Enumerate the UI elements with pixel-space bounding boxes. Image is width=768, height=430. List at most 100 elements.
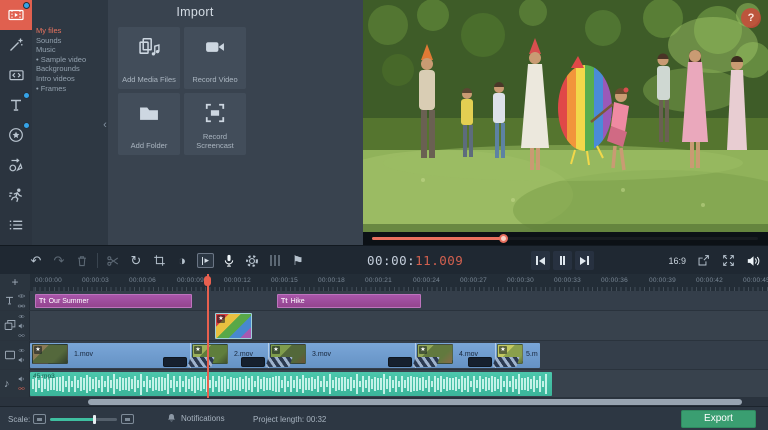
video-track-clips[interactable]: ★ 1.mov ★ 2.mov ★ 3.mov ★ 4.mov ★ 5.mov xyxy=(30,343,540,368)
volume-button[interactable] xyxy=(745,253,761,269)
video-clip-label: 3.mov xyxy=(312,351,332,358)
sidebar-item-filters[interactable] xyxy=(0,30,32,60)
title-track-link-toggle[interactable] xyxy=(17,302,26,310)
record-voice-button[interactable] xyxy=(221,253,237,269)
zoom-fit-icon[interactable] xyxy=(33,414,46,424)
add-track-button[interactable]: + xyxy=(0,274,30,291)
track-height-button[interactable] xyxy=(267,253,283,269)
file-list-item-sample-video[interactable]: • Sample video xyxy=(32,55,108,65)
status-bar: Scale: Notifications Project length: 00:… xyxy=(0,406,768,430)
delete-button[interactable] xyxy=(74,253,90,269)
sidebar-item-stickers[interactable] xyxy=(0,120,32,150)
export-button[interactable]: Export xyxy=(681,410,756,428)
transition-icon[interactable] xyxy=(187,357,215,367)
ruler-label: 00:00:06 xyxy=(129,277,156,284)
star-badge-icon: ★ xyxy=(34,346,42,354)
playhead-handle[interactable] xyxy=(204,276,211,286)
sidebar-item-callouts[interactable] xyxy=(0,150,32,180)
ruler-label: 00:00:39 xyxy=(649,277,676,284)
overlay-track-mute-toggle[interactable] xyxy=(17,322,26,330)
audio-track-link-toggle[interactable] xyxy=(17,385,26,392)
transition-indicator[interactable] xyxy=(468,357,492,367)
timeline-scale-slider[interactable] xyxy=(50,415,117,424)
scale-slider-handle[interactable] xyxy=(93,415,96,424)
overlay-track-visibility-toggle[interactable] xyxy=(17,313,26,320)
transition-icon[interactable] xyxy=(265,357,293,367)
video-preview xyxy=(363,0,768,232)
transition-icon[interactable] xyxy=(412,357,440,367)
title-clip-our-summer[interactable]: Tt Our Summer xyxy=(35,294,192,308)
clip-properties-button[interactable] xyxy=(244,253,260,269)
video-track-mute-toggle[interactable] xyxy=(17,356,26,364)
seek-bar[interactable] xyxy=(372,234,758,243)
file-list-item-my-files[interactable]: My files xyxy=(32,26,108,36)
split-icon-arrow: ▸ xyxy=(204,255,210,265)
crop-button[interactable] xyxy=(151,253,167,269)
timeline-ruler[interactable]: 00:00:00 00:00:03 00:00:06 00:00:09 00:0… xyxy=(0,274,768,291)
seek-bar-knob[interactable] xyxy=(499,234,509,243)
title-track-visibility-toggle[interactable] xyxy=(17,292,26,300)
fullscreen-button[interactable] xyxy=(720,253,736,269)
record-video-button[interactable]: Record Video xyxy=(184,27,246,89)
video-track-visibility-toggle[interactable] xyxy=(17,347,26,354)
star-badge-icon: ★ xyxy=(419,346,427,354)
import-panel: Import Add Media Files Record Video Add … xyxy=(108,0,363,245)
file-list-item-music[interactable]: Music xyxy=(32,45,108,55)
zoom-full-icon[interactable] xyxy=(121,414,134,424)
sidebar-item-animation[interactable] xyxy=(0,180,32,210)
file-list-item-frames[interactable]: • Frames xyxy=(32,84,108,94)
import-panel-title: Import xyxy=(176,5,214,19)
add-folder-button[interactable]: Add Folder xyxy=(118,93,180,155)
notifications-button[interactable]: Notifications xyxy=(166,412,225,424)
title-clip-hike[interactable]: Tt Hike xyxy=(277,294,421,308)
scissors-icon xyxy=(107,255,119,266)
record-screencast-button[interactable]: Record Screencast xyxy=(184,93,246,155)
help-button[interactable]: ? xyxy=(741,8,761,28)
ruler-label: 00:00:15 xyxy=(271,277,298,284)
overlay-track-icon xyxy=(4,317,16,335)
audio-clip[interactable]: 45.mp3 xyxy=(30,372,552,396)
file-list-item-backgrounds[interactable]: Backgrounds xyxy=(32,64,108,74)
prev-frame-icon xyxy=(535,256,538,265)
overlay-clip[interactable]: ★ xyxy=(215,313,252,339)
rotate-button[interactable]: ↻ xyxy=(128,253,144,269)
cut-button[interactable] xyxy=(105,253,121,269)
add-media-files-button[interactable]: Add Media Files xyxy=(118,27,180,89)
split-button[interactable]: ▸ xyxy=(197,253,214,268)
ruler-label: 00:00:30 xyxy=(507,277,534,284)
pause-button[interactable] xyxy=(553,251,572,270)
color-adjustments-button[interactable]: ◑ xyxy=(174,253,190,269)
time-value: 11.009 xyxy=(415,253,464,268)
transition-icon[interactable] xyxy=(492,357,520,367)
file-list-item-sounds[interactable]: Sounds xyxy=(32,36,108,46)
audio-track-mute-toggle[interactable] xyxy=(17,375,26,383)
app-window: My files Sounds Music • Sample video Bac… xyxy=(0,0,768,430)
file-list-item-intro-videos[interactable]: Intro videos xyxy=(32,74,108,84)
toolbar-divider xyxy=(97,253,98,268)
scrollbar-thumb[interactable] xyxy=(88,399,742,405)
sidebar-item-import[interactable] xyxy=(0,0,32,30)
notifications-label: Notifications xyxy=(181,413,225,423)
video-track-header xyxy=(0,341,30,369)
marker-button[interactable]: ⚑ xyxy=(290,253,306,269)
video-track-icon xyxy=(4,346,16,364)
ruler-track[interactable]: 00:00:00 00:00:03 00:00:06 00:00:09 00:0… xyxy=(30,274,768,291)
undo-button[interactable]: ↶ xyxy=(28,253,44,269)
title-clip-badge: Tt xyxy=(39,297,46,305)
aspect-ratio-button[interactable]: 16:9 xyxy=(668,256,686,266)
sidebar-item-titles[interactable] xyxy=(0,90,32,120)
transition-indicator[interactable] xyxy=(163,357,187,367)
unpin-preview-button[interactable] xyxy=(695,253,711,269)
overlay-track-link-toggle[interactable] xyxy=(17,332,26,339)
transition-indicator[interactable] xyxy=(241,357,265,367)
previous-frame-button[interactable] xyxy=(531,251,550,270)
timeline-horizontal-scrollbar[interactable] xyxy=(0,398,768,406)
redo-button[interactable]: ↷ xyxy=(51,253,67,269)
sidebar-item-transitions[interactable] xyxy=(0,60,32,90)
time-prefix: 00:00: xyxy=(367,253,416,268)
sidebar-item-more[interactable] xyxy=(0,210,32,240)
microphone-icon xyxy=(224,254,234,267)
transition-indicator[interactable] xyxy=(388,357,412,367)
next-frame-button[interactable] xyxy=(575,251,594,270)
gear-icon xyxy=(246,254,258,267)
